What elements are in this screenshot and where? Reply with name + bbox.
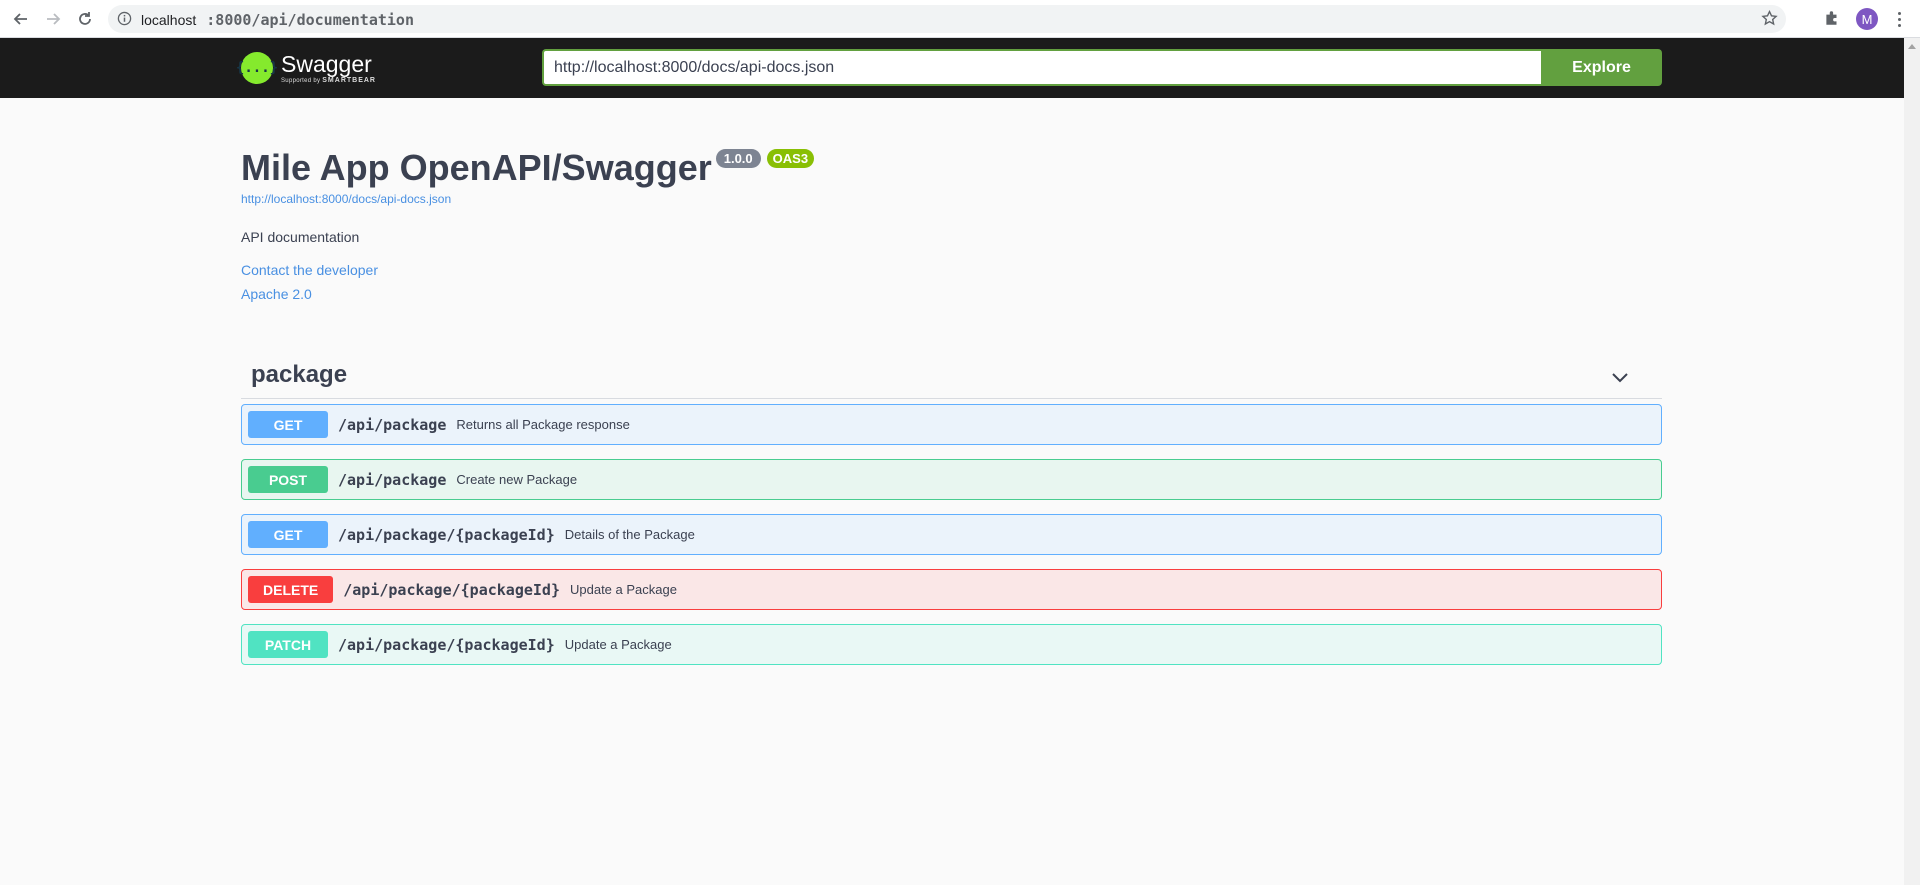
- operation-summary: Details of the Package: [564, 527, 695, 542]
- supported-by-prefix: Supported by: [281, 77, 321, 84]
- spec-url-link[interactable]: http://localhost:8000/docs/api-docs.json: [241, 192, 1662, 206]
- operation-summary: Create new Package: [456, 472, 578, 487]
- operation-summary: Returns all Package response: [456, 417, 630, 432]
- operation-path: /api/package/{packageId}: [338, 525, 555, 544]
- browser-toolbar: localhost :8000/api/documentation M: [0, 0, 1920, 38]
- license-link[interactable]: Apache 2.0: [241, 286, 1662, 302]
- title-row: Mile App OpenAPI/Swagger 1.0.0 OAS3: [241, 142, 1662, 194]
- page-title: Mile App OpenAPI/Swagger: [241, 147, 712, 188]
- version-badge: 1.0.0: [715, 149, 761, 168]
- operation-get-package-by-id[interactable]: GET /api/package/{packageId} Details of …: [241, 514, 1662, 555]
- swagger-brand: Swagger: [281, 50, 372, 77]
- tag-name: package: [251, 361, 348, 388]
- reload-icon[interactable]: [74, 8, 96, 30]
- method-badge: DELETE: [248, 576, 334, 603]
- method-badge: PATCH: [248, 631, 328, 658]
- swagger-logo-icon: {...}: [236, 52, 278, 84]
- address-bar[interactable]: localhost :8000/api/documentation: [108, 5, 1786, 33]
- api-info: Mile App OpenAPI/Swagger 1.0.0 OAS3 http…: [241, 142, 1662, 302]
- address-path: :8000/api/documentation: [206, 11, 414, 29]
- profile-avatar[interactable]: M: [1856, 8, 1878, 30]
- api-description: API documentation: [241, 229, 360, 245]
- bookmark-star-icon[interactable]: [1761, 9, 1778, 32]
- operation-get-package[interactable]: GET /api/package Returns all Package res…: [241, 404, 1662, 445]
- smartbear-brand: SMARTBEAR: [322, 76, 376, 84]
- extensions-puzzle-icon[interactable]: [1823, 9, 1841, 32]
- swagger-logo[interactable]: {...} Swagger Supported by SMARTBEAR: [236, 48, 376, 88]
- operation-path: /api/package/{packageId}: [338, 635, 555, 654]
- operation-path: /api/package: [338, 415, 447, 434]
- address-text[interactable]: localhost :8000/api/documentation: [141, 11, 414, 29]
- scroll-up-arrow-icon[interactable]: [1908, 44, 1916, 49]
- operation-summary: Update a Package: [564, 637, 672, 652]
- operation-post-package[interactable]: POST /api/package Create new Package: [241, 459, 1662, 500]
- oas-badge: OAS3: [766, 149, 815, 168]
- spec-url-input[interactable]: [542, 49, 1542, 86]
- swagger-supported-by: Supported by SMARTBEAR: [281, 77, 376, 84]
- explore-button[interactable]: Explore: [1541, 49, 1662, 86]
- operation-path: /api/package/{packageId}: [343, 580, 560, 599]
- browser-menu-icon[interactable]: [1892, 8, 1906, 30]
- scrollbar[interactable]: [1904, 38, 1920, 885]
- method-badge: GET: [248, 411, 328, 438]
- operation-summary: Update a Package: [569, 582, 677, 597]
- address-host: localhost: [141, 12, 197, 28]
- forward-arrow-icon[interactable]: [42, 8, 64, 30]
- back-arrow-icon[interactable]: [10, 8, 32, 30]
- operation-delete-package[interactable]: DELETE /api/package/{packageId} Update a…: [241, 569, 1662, 610]
- operation-patch-package[interactable]: PATCH /api/package/{packageId} Update a …: [241, 624, 1662, 665]
- swagger-logo-text: Swagger Supported by SMARTBEAR: [281, 50, 376, 84]
- method-badge: GET: [248, 521, 328, 548]
- contact-link[interactable]: Contact the developer: [241, 262, 1662, 278]
- swagger-topbar: {...} Swagger Supported by SMARTBEAR Exp…: [0, 38, 1904, 98]
- method-badge: POST: [248, 466, 328, 493]
- chevron-down-icon[interactable]: [1610, 367, 1630, 392]
- tag-header-package[interactable]: package: [241, 353, 1662, 399]
- operation-path: /api/package: [338, 470, 447, 489]
